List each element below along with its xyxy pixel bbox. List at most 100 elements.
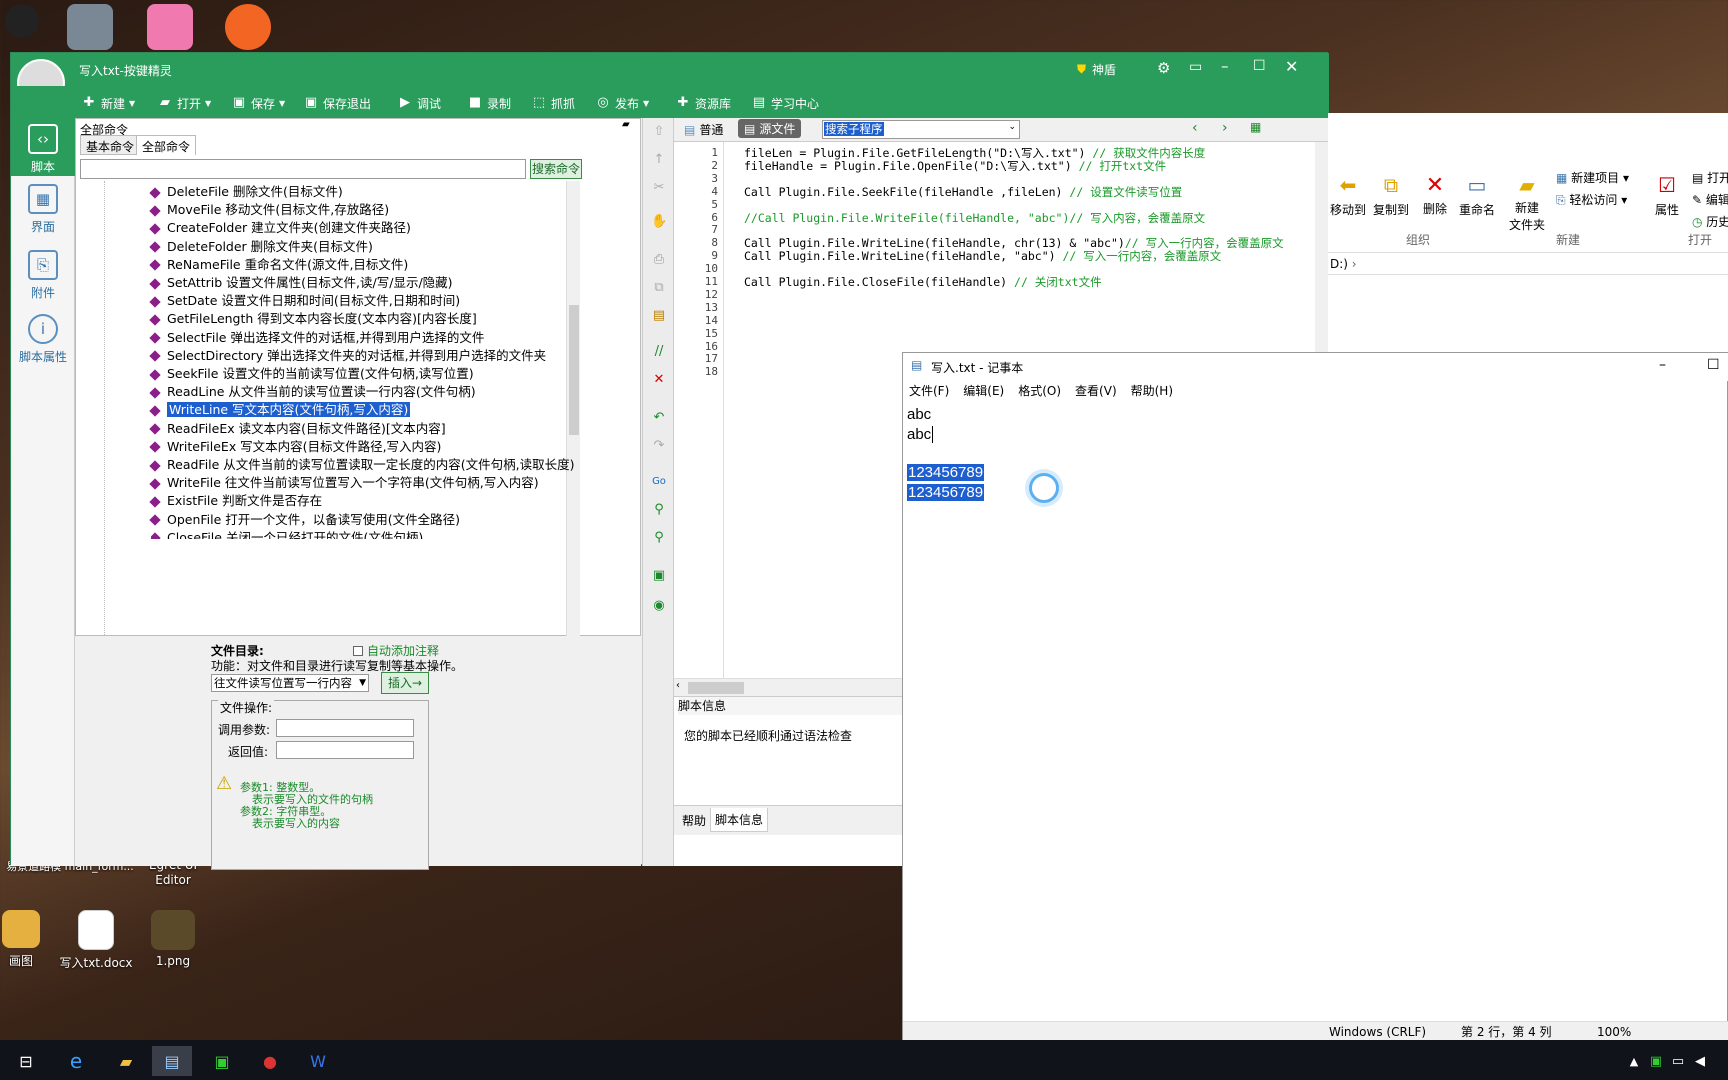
shield-button[interactable]: ⛊ 神盾 — [1077, 61, 1116, 78]
properties-button[interactable]: ☑ 属性 — [1650, 173, 1684, 218]
code-line[interactable]: Call Plugin.File.CloseFile(fileHandle) /… — [744, 275, 1102, 289]
notepad-maximize-button[interactable]: ☐ — [1707, 357, 1720, 373]
command-list-item[interactable]: ReadLine 从文件当前的读写位置读一行内容(文件句柄) — [149, 383, 476, 401]
command-list-item[interactable]: MoveFile 移动文件(目标文件,存放路径) — [149, 201, 389, 219]
desktop-icon-qq[interactable] — [0, 4, 44, 42]
desktop-icon-paint[interactable]: 画图 — [0, 910, 42, 969]
code-line[interactable]: fileHandle = Plugin.File.OpenFile("D:\写入… — [744, 159, 1166, 173]
tray-volume-icon[interactable]: ◀ — [1690, 1046, 1710, 1076]
save-exit-button[interactable]: ▣ 保存退出 — [303, 92, 371, 114]
command-list-item[interactable]: WriteLine 写文本内容(文件句柄,写入内容) — [149, 401, 411, 419]
publish-button[interactable]: ◎ 发布 ▼ — [595, 92, 649, 114]
open-button[interactable]: ▰ 打开 ▼ — [157, 92, 211, 114]
subroutine-dropdown[interactable]: 搜索子程序 ⌄ — [822, 120, 1020, 139]
code-line[interactable]: Call Plugin.File.WriteLine(fileHandle, "… — [744, 249, 1221, 263]
command-search-input[interactable] — [80, 159, 526, 179]
command-list-item[interactable]: ExistFile 判断文件是否存在 — [149, 492, 322, 510]
command-list-item[interactable]: ReadFile 从文件当前的读写位置读取一定长度的内容(文件句柄,读取长度) — [149, 456, 575, 474]
scrollbar[interactable] — [566, 181, 580, 637]
sidebar-item-script-props[interactable]: i 脚本属性 — [11, 314, 75, 365]
easy-access-button[interactable]: ⎘ 轻松访问 ▾ — [1556, 191, 1627, 208]
history-button[interactable]: ◷ 历史 — [1692, 213, 1728, 230]
menu-format[interactable]: 格式(O) — [1018, 381, 1061, 401]
sidebar-item-script[interactable]: ‹› 脚本 — [11, 118, 75, 176]
file-explorer-icon[interactable]: ▰ — [106, 1046, 146, 1076]
new-folder-button[interactable]: ▰ 新建 文件夹 — [1508, 173, 1546, 233]
record-button[interactable]: ■ 录制 — [467, 92, 511, 114]
command-list-item[interactable]: ReadFileEx 读文本内容(目标文件路径)[文本内容] — [149, 420, 446, 438]
command-list-item[interactable]: GetFileLength 得到文本内容长度(文本内容)[内容长度] — [149, 310, 477, 328]
command-list-item[interactable]: DeleteFile 删除文件(目标文件) — [149, 183, 343, 201]
desktop-icon-app2[interactable] — [60, 4, 120, 54]
tab-normal[interactable]: ▤ 普通 — [684, 121, 723, 138]
command-list-item[interactable]: SelectFile 弹出选择文件的对话框,并得到用户选择的文件 — [149, 329, 484, 347]
command-list-item[interactable]: CreateFolder 建立文件夹(创建文件夹路径) — [149, 219, 411, 237]
menu-help[interactable]: 帮助(H) — [1131, 381, 1173, 401]
open-button[interactable]: ▤ 打开 — [1692, 169, 1728, 186]
maximize-button[interactable]: ☐ — [1253, 58, 1266, 74]
command-select[interactable]: 往文件读写位置写一行内容 ▼ — [211, 674, 369, 692]
return-input[interactable] — [276, 741, 414, 759]
delete-button[interactable]: ✕ 删除 — [1418, 173, 1452, 217]
next-icon[interactable]: › — [1222, 120, 1228, 136]
capture-button[interactable]: ⬚ 抓抓 — [531, 92, 575, 114]
left-arrow-icon[interactable]: ‹ — [676, 680, 680, 691]
command-list-item[interactable]: SeekFile 设置文件的当前读写位置(文件句柄,读写位置) — [149, 365, 474, 383]
command-list-item[interactable]: OpenFile 打开一个文件，以备读写使用(文件全路径) — [149, 511, 460, 529]
ie-icon[interactable]: e — [56, 1046, 96, 1076]
desktop-icon-docx[interactable]: 写入txt.docx — [56, 910, 136, 971]
find-icon[interactable]: ⚲ — [651, 502, 667, 518]
scroll-thumb[interactable] — [569, 305, 579, 435]
hscroll-thumb[interactable] — [688, 682, 744, 694]
print-icon[interactable]: ⎙ — [651, 252, 667, 268]
anjian-taskbar-icon[interactable]: ▣ — [202, 1046, 242, 1076]
menu-view[interactable]: 查看(V) — [1075, 381, 1117, 401]
goto-icon[interactable]: Go — [651, 474, 667, 490]
word-taskbar-icon[interactable]: W — [298, 1046, 338, 1076]
code-line[interactable]: fileLen = Plugin.File.GetFileLength("D:\… — [744, 146, 1205, 160]
tab-all-commands[interactable]: 全部命令 — [136, 135, 197, 155]
library-button[interactable]: ✚ 资源库 — [675, 92, 731, 114]
menu-file[interactable]: 文件(F) — [909, 381, 949, 401]
cut-icon[interactable]: ✂ — [651, 180, 667, 196]
desktop-icon-bilibili[interactable] — [140, 4, 200, 54]
command-list-item[interactable]: DeleteFolder 删除文件夹(目标文件) — [149, 238, 373, 256]
address-bar[interactable]: D:) › — [1328, 253, 1728, 275]
code-line[interactable]: Call Plugin.File.SeekFile(fileHandle ,fi… — [744, 185, 1182, 199]
debug-button[interactable]: ▶ 调试 — [397, 92, 441, 114]
tab-basic-commands[interactable]: 基本命令 — [80, 135, 141, 155]
undo-icon[interactable]: ↶ — [651, 410, 667, 426]
tray-chevron-icon[interactable]: ▲ — [1624, 1046, 1644, 1076]
save-button[interactable]: ▣ 保存 ▼ — [231, 92, 285, 114]
uncomment-icon[interactable]: ✕ — [651, 372, 667, 388]
command-list-item[interactable]: CloseFile 关闭一个已经打开的文件(文件句柄) — [151, 529, 423, 539]
menu-edit[interactable]: 编辑(E) — [963, 381, 1004, 401]
redo-icon[interactable]: ↷ — [651, 438, 667, 454]
move-to-button[interactable]: ⬅ 移动到 — [1330, 173, 1366, 218]
command-list-item[interactable]: SetAttrib 设置文件属性(目标文件,读/写/显示/隐藏) — [149, 274, 453, 292]
copy-icon[interactable]: ⧉ — [651, 280, 667, 296]
copy-to-button[interactable]: ⧉ 复制到 — [1372, 173, 1410, 218]
skin-icon[interactable]: ▭ — [1189, 59, 1202, 75]
close-button[interactable]: ✕ — [1285, 57, 1298, 76]
tab-script-info[interactable]: 脚本信息 — [710, 808, 769, 832]
comment-icon[interactable]: // — [651, 344, 667, 360]
new-item-button[interactable]: ▦ 新建项目 ▾ — [1556, 169, 1629, 186]
pin-icon[interactable]: ▰ — [622, 119, 630, 130]
view-icon[interactable]: ◉ — [651, 598, 667, 614]
desktop-icon-app4[interactable] — [218, 4, 278, 54]
learn-button[interactable]: ▤ 学习中心 — [751, 92, 819, 114]
insert-button[interactable]: 插入→ — [381, 672, 429, 694]
tray-app-icon[interactable]: ▣ — [1646, 1046, 1666, 1076]
move-up-icon[interactable]: ⇧ — [651, 124, 667, 140]
search-command-button[interactable]: 搜索命令 — [530, 159, 582, 179]
notepad-taskbar-icon[interactable]: ▤ — [152, 1046, 192, 1076]
layout-icon[interactable]: ▦ — [1250, 120, 1261, 134]
notepad-minimize-button[interactable]: – — [1659, 357, 1666, 373]
settings-icon[interactable]: ⚙ — [1157, 59, 1170, 77]
param-input[interactable] — [276, 719, 414, 737]
edit-button[interactable]: ✎ 编辑 — [1692, 191, 1728, 208]
code-line[interactable]: Call Plugin.File.WriteLine(fileHandle, c… — [744, 236, 1284, 250]
app-taskbar-icon[interactable]: ● — [250, 1046, 290, 1076]
command-list-item[interactable]: WriteFile 往文件当前读写位置写入一个字符串(文件句柄,写入内容) — [149, 474, 539, 492]
